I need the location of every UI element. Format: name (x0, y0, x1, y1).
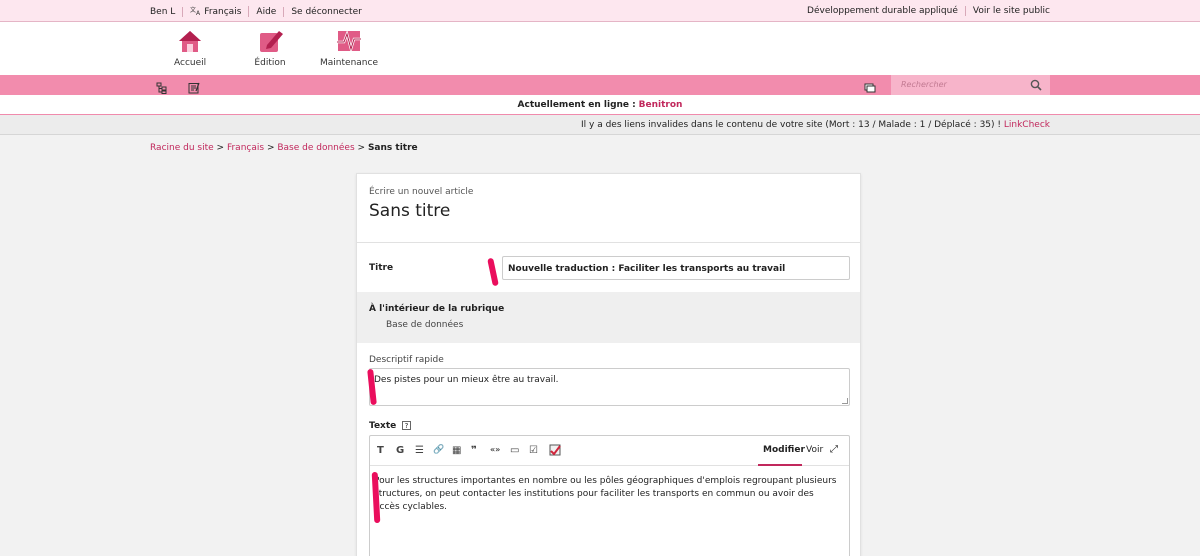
main-nav: Accueil Édition Maintenance (0, 22, 1200, 75)
tab-view[interactable]: Voir (806, 445, 823, 455)
note-icon[interactable]: ▭ (510, 445, 519, 456)
form-subtitle: Écrire un nouvel article (369, 187, 474, 197)
svg-text:A: A (196, 10, 201, 15)
nav-edit[interactable]: Édition (252, 28, 288, 68)
user-link[interactable]: Ben L (150, 6, 184, 17)
resize-handle[interactable] (842, 398, 848, 404)
search-icon[interactable] (1030, 79, 1042, 91)
linkcheck-alert: Il y a des liens invalides dans le conte… (0, 115, 1200, 135)
nav-home[interactable]: Accueil (174, 28, 206, 68)
top-bar: Ben L 文 A Français Aide Se déconnecter Dév… (0, 0, 1200, 22)
breadcrumb-lang[interactable]: Français (227, 143, 264, 153)
breadcrumb-root[interactable]: Racine du site (150, 143, 214, 153)
nav-edit-label: Édition (254, 58, 286, 68)
edit-icon (256, 28, 284, 54)
sitemap-icon[interactable] (156, 79, 168, 94)
messages-icon[interactable] (864, 79, 876, 93)
active-tab-indicator (758, 464, 802, 466)
title-field[interactable]: Nouvelle traduction : Faciliter les tran… (502, 256, 850, 280)
guillemets-icon[interactable]: «» (490, 445, 500, 454)
article-form: Écrire un nouvel article Sans titre Titr… (356, 173, 861, 556)
translate-icon: 文A (190, 6, 201, 17)
checklist-icon[interactable]: ☑ (529, 445, 538, 456)
online-users-bar: Actuellement en ligne : Benitron (0, 95, 1200, 115)
editor-toolbar: T G ☰ 🔗 ▦ ❞ «» ▭ ☑ Modifier Voir ⤢ (370, 436, 849, 466)
rubrique-label: À l'intérieur de la rubrique (369, 304, 505, 314)
expand-icon[interactable]: ⤢ (830, 444, 838, 455)
rubrique-section[interactable]: À l'intérieur de la rubrique Base de don… (357, 292, 860, 343)
breadcrumb-separator: > (216, 143, 225, 153)
nav-maintenance[interactable]: Maintenance (320, 28, 378, 68)
logout-link[interactable]: Se déconnecter (284, 7, 368, 17)
help-icon[interactable]: ? (402, 421, 411, 430)
language-label: Français (204, 7, 242, 17)
body-text: Pour les structures importantes en nombr… (374, 476, 837, 512)
list-icon[interactable]: ☰ (415, 445, 424, 456)
tools-bar: Rechercher (0, 75, 1200, 95)
text-label: Texte (369, 421, 397, 431)
tab-edit[interactable]: Modifier (763, 445, 805, 455)
view-site-link[interactable]: Voir le site public (966, 6, 1050, 16)
nav-home-label: Accueil (174, 58, 207, 68)
desc-value: Des pistes pour un mieux être au travail… (374, 375, 559, 385)
search-input[interactable]: Rechercher (891, 75, 1050, 95)
quote-icon[interactable]: ❞ (471, 445, 477, 456)
table-icon[interactable]: ▦ (452, 445, 461, 456)
page-title: Sans titre (369, 201, 451, 221)
spellcheck-icon[interactable] (549, 444, 561, 456)
help-link[interactable]: Aide (249, 6, 285, 17)
text-editor[interactable]: T G ☰ 🔗 ▦ ❞ «» ▭ ☑ Modifier Voir ⤢ Pour … (369, 435, 850, 556)
rubrique-value: Base de données (386, 320, 464, 330)
search-placeholder: Rechercher (901, 80, 947, 89)
site-name-link[interactable]: Développement durable appliqué (800, 6, 966, 16)
breadcrumb-separator: > (266, 143, 275, 153)
italic-icon[interactable]: T (377, 445, 384, 456)
breadcrumb: Racine du site > Français > Base de donn… (150, 143, 418, 153)
linkcheck-link[interactable]: LinkCheck (1004, 120, 1050, 130)
title-label: Titre (369, 263, 394, 273)
desc-field[interactable]: Des pistes pour un mieux être au travail… (369, 368, 850, 406)
nav-maintenance-label: Maintenance (320, 58, 378, 68)
online-user-link[interactable]: Benitron (639, 100, 683, 110)
maintenance-icon (335, 28, 363, 54)
quick-edit-icon[interactable] (188, 79, 200, 94)
form-header: Écrire un nouvel article Sans titre (357, 174, 860, 243)
breadcrumb-section[interactable]: Base de données (277, 143, 354, 153)
breadcrumb-current: Sans titre (367, 143, 418, 153)
desc-label: Descriptif rapide (369, 355, 444, 365)
link-icon[interactable]: 🔗 (433, 445, 444, 455)
online-label: Actuellement en ligne : (517, 100, 636, 110)
home-icon (176, 28, 204, 54)
language-link[interactable]: 文 A Français (183, 6, 250, 17)
breadcrumb-separator: > (357, 143, 366, 153)
alert-text: Il y a des liens invalides dans le conte… (581, 120, 1001, 130)
bold-icon[interactable]: G (396, 445, 404, 456)
